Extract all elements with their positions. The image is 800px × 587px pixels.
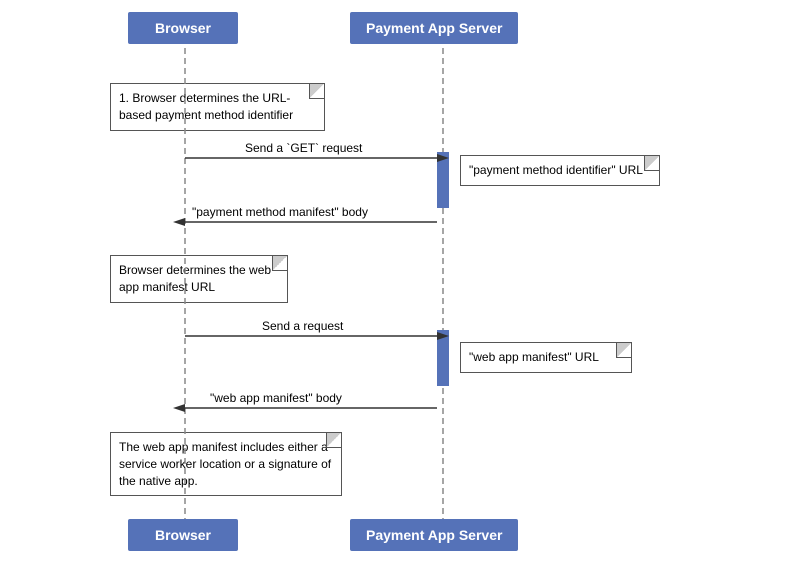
- note-url-identifier: 1. Browser determines the URL-based paym…: [110, 83, 325, 131]
- note-manifest-includes: The web app manifest includes either a s…: [110, 432, 342, 496]
- diagram-container: Browser Payment App Server Browser Payme…: [0, 0, 800, 587]
- svg-text:Send a `GET` request: Send a `GET` request: [245, 141, 363, 155]
- browser-bottom-actor: Browser: [128, 519, 238, 551]
- server-top-actor: Payment App Server: [350, 12, 518, 44]
- server-bottom-actor: Payment App Server: [350, 519, 518, 551]
- svg-text:Send a request: Send a request: [262, 319, 344, 333]
- note-web-app-manifest-url: Browser determines the web app manifest …: [110, 255, 288, 303]
- svg-text:"web app manifest" body: "web app manifest" body: [210, 391, 342, 405]
- browser-top-actor: Browser: [128, 12, 238, 44]
- svg-text:"payment method manifest" body: "payment method manifest" body: [192, 205, 368, 219]
- note-web-app-url: "web app manifest" URL: [460, 342, 632, 373]
- note-payment-method-url: "payment method identifier" URL: [460, 155, 660, 186]
